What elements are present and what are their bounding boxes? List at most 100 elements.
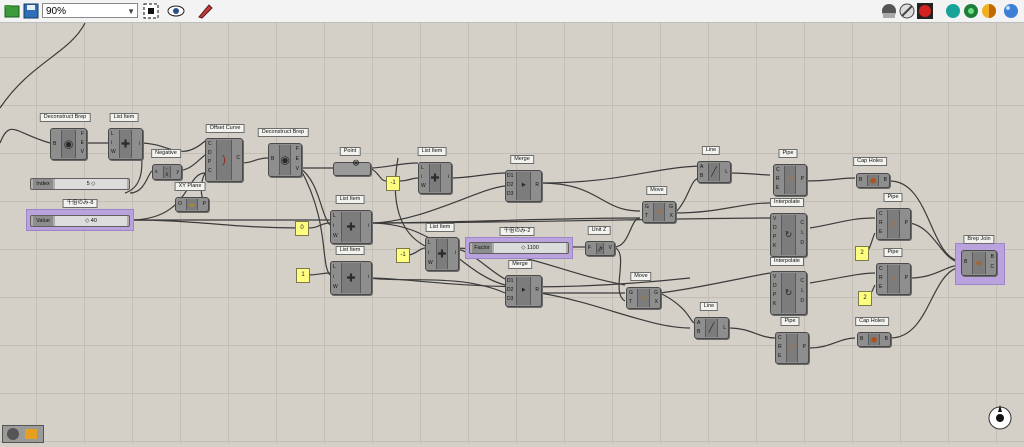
port-out[interactable]: B	[991, 254, 994, 260]
port-in[interactable]: R	[776, 176, 780, 182]
pipe-2[interactable]: ⟋ C R E P	[876, 208, 911, 240]
panel-neg1-b[interactable]: -1	[396, 248, 410, 263]
port-in[interactable]: B	[53, 141, 56, 147]
negative[interactable]: -x x y	[152, 164, 182, 180]
port-in[interactable]: D	[208, 150, 212, 156]
port-in[interactable]: E	[778, 353, 781, 359]
sphere-preview-icon[interactable]	[880, 2, 898, 20]
port-in[interactable]: V	[773, 216, 776, 222]
port-out[interactable]: R	[535, 287, 539, 293]
port-in[interactable]: L	[428, 240, 431, 246]
shaded-preview-icon[interactable]	[944, 2, 962, 20]
port-out[interactable]: P	[801, 176, 804, 182]
move-1[interactable]: ↗ G T G X	[642, 201, 676, 223]
list-item-5[interactable]: ✚ L i W i	[425, 237, 459, 271]
pipe-3[interactable]: ⟋ C R E P	[876, 263, 911, 295]
port-out[interactable]: V	[609, 245, 612, 251]
save-icon[interactable]	[22, 2, 40, 20]
offset-curve[interactable]: ) C D P C C	[205, 138, 243, 182]
port-in[interactable]: C	[879, 211, 883, 217]
port-out[interactable]: G	[654, 290, 658, 296]
port-in[interactable]: T	[645, 213, 648, 219]
factor-slider[interactable]: Factor ◇ 1100	[469, 242, 569, 254]
port-in[interactable]: R	[778, 344, 782, 350]
port-in[interactable]: C	[776, 167, 780, 173]
port-out[interactable]: F	[81, 131, 84, 137]
list-item-2[interactable]: ✚ L i W i	[418, 162, 452, 194]
port-out[interactable]: P	[905, 275, 908, 281]
wire-preview-icon[interactable]	[898, 2, 916, 20]
port-out[interactable]: G	[669, 204, 673, 210]
port-out[interactable]: P	[905, 220, 908, 226]
port-in[interactable]: P	[773, 292, 776, 298]
brep-join[interactable]: ◈ B B C	[961, 250, 997, 276]
port-in[interactable]: B	[271, 156, 274, 162]
point-param[interactable]: ⊗	[333, 158, 371, 176]
interpolate-1[interactable]: ↻ V D P K C L D	[770, 213, 807, 257]
port-in[interactable]: P	[208, 159, 211, 165]
render-icon[interactable]	[980, 2, 998, 20]
port-in[interactable]: V	[773, 274, 776, 280]
pipe-4[interactable]: ⟋ C R E P	[775, 332, 809, 364]
list-item-1[interactable]: ✚ L i W i	[108, 128, 143, 160]
port-in[interactable]: A	[700, 164, 703, 170]
port-in[interactable]: L	[421, 165, 424, 171]
port-out[interactable]: X	[655, 299, 658, 305]
port-in[interactable]: i	[333, 223, 334, 229]
port-out[interactable]: i	[368, 223, 369, 229]
port-in[interactable]: W	[111, 149, 116, 155]
port-in[interactable]: C	[778, 335, 782, 341]
port-in[interactable]: W	[333, 284, 338, 290]
interpolate-2[interactable]: ↻ V D P K C L D	[770, 271, 807, 315]
port-in[interactable]: G	[629, 290, 633, 296]
unit-z[interactable]: ⇗ F V	[585, 241, 615, 256]
port-in[interactable]: G	[645, 204, 649, 210]
port-out[interactable]: B	[884, 177, 887, 183]
port-out[interactable]: L	[801, 288, 804, 294]
port-out[interactable]: L	[801, 230, 804, 236]
port-in[interactable]: B	[859, 177, 862, 183]
index-slider[interactable]: Index 5 ◇	[30, 178, 130, 190]
panel-0[interactable]: 0	[295, 221, 309, 236]
port-in[interactable]: i	[421, 174, 422, 180]
navigation-compass-icon[interactable]	[985, 403, 1015, 433]
cap-holes-2[interactable]: ⬢ B B	[857, 332, 891, 347]
port-out[interactable]: L	[723, 325, 726, 331]
port-in[interactable]: O	[178, 201, 182, 207]
port-out[interactable]: F	[296, 146, 299, 152]
port-in[interactable]: K	[773, 301, 776, 307]
preview-eye-icon[interactable]	[167, 2, 185, 20]
port-in[interactable]: W	[428, 260, 433, 266]
port-out[interactable]: L	[725, 169, 728, 175]
port-in[interactable]: B	[860, 336, 863, 342]
port-in[interactable]: D	[773, 225, 777, 231]
port-out[interactable]: V	[296, 166, 299, 172]
port-out[interactable]: P	[203, 201, 206, 207]
port-in[interactable]: A	[697, 320, 700, 326]
port-in[interactable]: F	[588, 245, 591, 251]
port-out[interactable]: X	[670, 213, 673, 219]
port-in[interactable]: L	[111, 131, 114, 137]
port-in[interactable]: B	[700, 173, 703, 179]
port-in[interactable]: E	[879, 284, 882, 290]
zoom-extents-icon[interactable]	[142, 2, 160, 20]
port-in[interactable]: P	[773, 234, 776, 240]
port-in[interactable]: W	[333, 233, 338, 239]
port-out[interactable]: E	[296, 156, 299, 162]
list-item-3[interactable]: ✚ L i W i	[330, 210, 372, 244]
port-out[interactable]: D	[800, 298, 804, 304]
deconstruct-brep-1[interactable]: ◉ B F E V	[50, 128, 87, 160]
panel-2-b[interactable]: 2	[858, 291, 872, 306]
cap-holes-1[interactable]: ⬢ B B	[856, 173, 890, 188]
port-out[interactable]: C	[990, 264, 994, 270]
port-in[interactable]: i	[111, 140, 112, 146]
merge-1[interactable]: ⯈ D1 D2 D3 R	[505, 170, 542, 202]
panel-2-a[interactable]: 2	[855, 246, 869, 261]
sphere-icon[interactable]	[1002, 2, 1020, 20]
value-slider[interactable]: Value ◇ 40	[30, 215, 130, 227]
port-out[interactable]: i	[455, 250, 456, 256]
port-in[interactable]: C	[208, 168, 212, 174]
line-1[interactable]: ╱ A B L	[697, 161, 731, 183]
port-out[interactable]: y	[177, 169, 180, 175]
port-out[interactable]: i	[139, 141, 140, 147]
